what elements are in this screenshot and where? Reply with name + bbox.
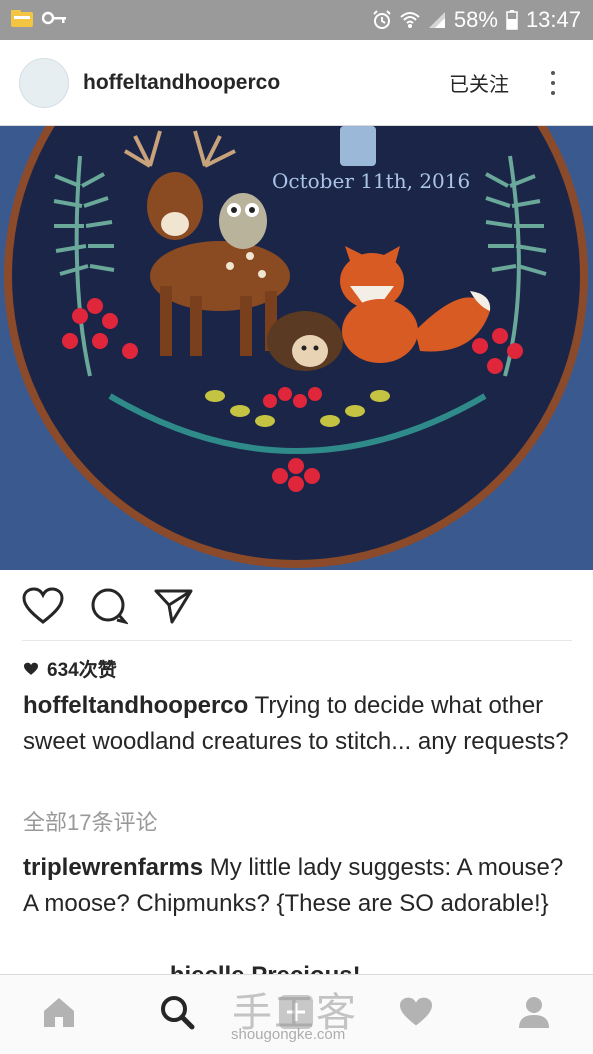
signal-icon [428,11,446,29]
notification-folder-icon [10,8,34,33]
add-post-icon[interactable] [277,993,315,1036]
clock-time: 13:47 [525,7,581,32]
profile-icon[interactable] [516,994,552,1035]
alarm-icon [372,10,392,30]
comment-item: triplewrenfarms My little lady suggests:… [23,850,573,922]
like-count[interactable]: 634次赞 [23,655,117,682]
key-icon [41,11,68,30]
caption-username[interactable]: hoffeltandhooperco [23,692,248,719]
divider [22,640,572,641]
small-heart-icon [24,662,38,675]
home-icon[interactable] [41,995,77,1034]
like-count-text: 634次赞 [47,660,117,681]
follow-status-button[interactable]: 已关注 [449,68,509,97]
activity-heart-icon[interactable] [398,996,434,1033]
battery-percent: 58% [453,7,498,32]
search-icon[interactable] [159,994,195,1035]
post-caption: hoffeltandhooperco Trying to decide what… [23,688,573,760]
comment-icon[interactable] [90,587,130,630]
heart-like-icon[interactable] [22,586,64,630]
embroidery-date-text: October 11th, 2016 [272,169,470,193]
share-send-icon[interactable] [154,587,194,630]
header-username[interactable]: hoffeltandhooperco [83,71,280,95]
status-bar: 58% 13:47 [0,0,593,40]
battery-icon [506,10,518,30]
view-all-comments-link[interactable]: 全部17条评论 [23,805,157,837]
post-header: hoffeltandhooperco 已关注 [0,40,593,126]
post-photo[interactable]: October 11th, 2016 [0,126,593,570]
post-actions [0,582,593,634]
avatar[interactable] [19,57,69,108]
more-options-icon[interactable] [549,70,557,95]
comment-username[interactable]: triplewrenfarms [23,854,203,881]
bottom-navigation [0,974,593,1054]
wifi-icon [400,11,420,29]
